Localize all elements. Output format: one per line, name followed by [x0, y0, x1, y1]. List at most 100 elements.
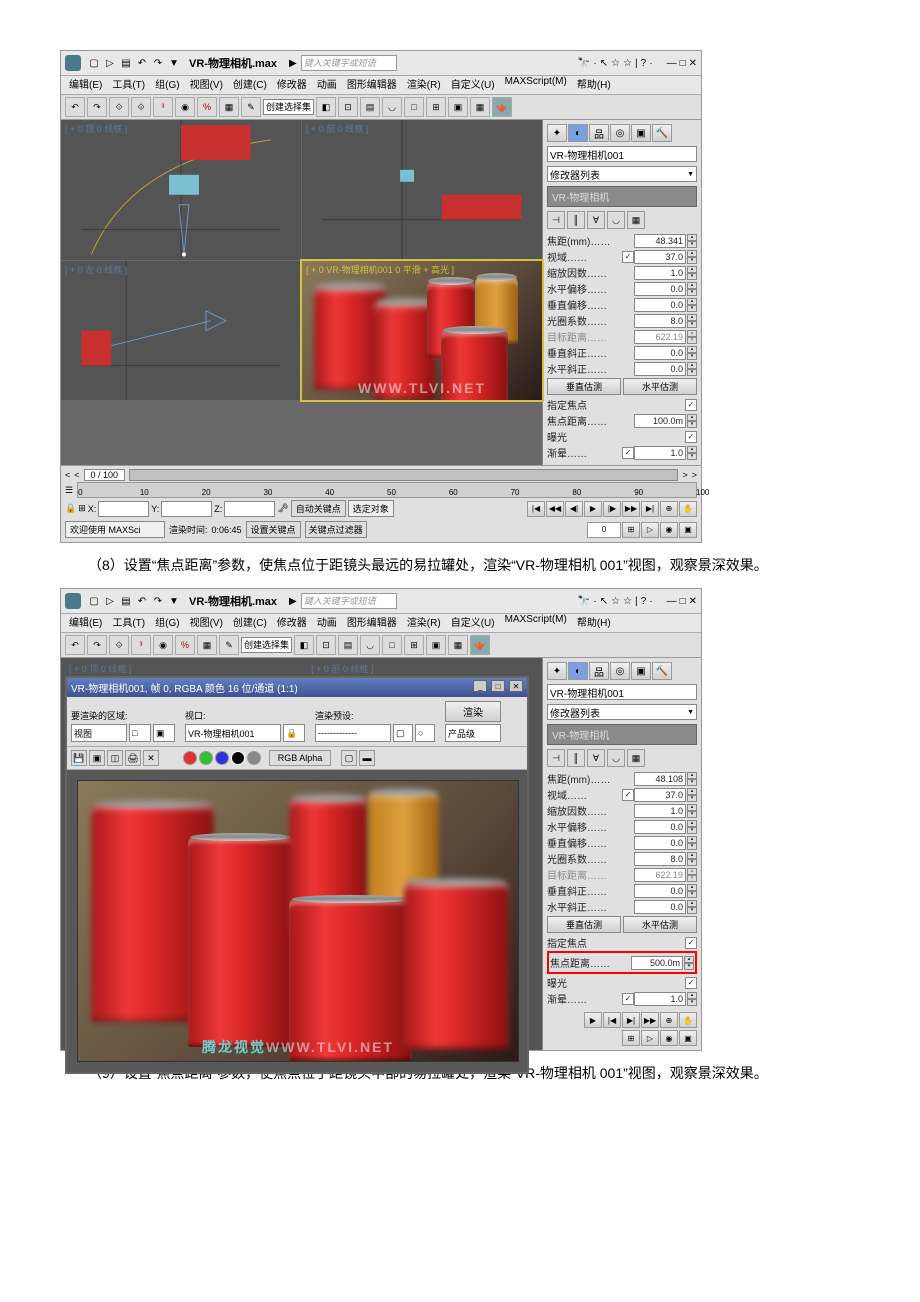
- selection-icon[interactable]: ⊞: [78, 503, 86, 514]
- zoom-icon[interactable]: ⊞: [622, 1030, 640, 1046]
- pan-icon[interactable]: ▷: [641, 522, 659, 538]
- undo-button[interactable]: ↶: [65, 97, 85, 117]
- close-icon[interactable]: ✕: [509, 680, 523, 692]
- viewport-top[interactable]: [ + 0 顶 0 线框 ]: [61, 120, 301, 260]
- zoom-icon[interactable]: ⊞: [622, 522, 640, 538]
- play-icon[interactable]: ▶: [289, 58, 297, 69]
- spinner-down-icon[interactable]: ▾: [687, 891, 697, 898]
- spinner-up-icon[interactable]: ▴: [687, 804, 697, 811]
- spinner-down-icon[interactable]: ▾: [687, 241, 697, 248]
- spinner-down-icon[interactable]: ▾: [687, 289, 697, 296]
- param-value-input[interactable]: 0.0: [634, 346, 686, 360]
- frame-input[interactable]: 0: [587, 522, 621, 538]
- render-setup-button[interactable]: ▣: [426, 635, 446, 655]
- percent-button[interactable]: %: [197, 97, 217, 117]
- config-button[interactable]: ▦: [627, 749, 645, 767]
- menu-maxscript[interactable]: MAXScript(M): [501, 614, 571, 632]
- help-icon[interactable]: ?: [641, 596, 647, 607]
- utilities-tab-icon[interactable]: 🔨: [652, 124, 672, 142]
- modifier-stack-item[interactable]: VR-物理相机: [547, 724, 697, 745]
- dropdown-icon[interactable]: ▼: [167, 56, 181, 70]
- alpha-channel-icon[interactable]: [231, 751, 245, 765]
- production-dropdown[interactable]: 产品级: [445, 724, 501, 742]
- spinner-up-icon[interactable]: ▴: [687, 884, 697, 891]
- spinner-up-icon[interactable]: ▴: [687, 446, 697, 453]
- checkbox[interactable]: ✓: [622, 993, 634, 1005]
- y-coord-input[interactable]: [161, 501, 212, 517]
- keyfilter-button[interactable]: 关键点过滤器: [305, 521, 367, 538]
- render-setup-button[interactable]: ▣: [448, 97, 468, 117]
- spinner-up-icon[interactable]: ▴: [687, 314, 697, 321]
- toggle-overlay-icon[interactable]: ▢: [341, 750, 357, 766]
- modifier-list-dropdown[interactable]: 修改器列表: [547, 166, 697, 182]
- motion-tab-icon[interactable]: ◎: [610, 124, 630, 142]
- param-value-input[interactable]: 1.0: [634, 804, 686, 818]
- menu-create[interactable]: 创建(C): [229, 76, 271, 94]
- toggle-ui-icon[interactable]: ▬: [359, 750, 375, 766]
- copy-icon[interactable]: ▣: [89, 750, 105, 766]
- minmax-icon[interactable]: ▣: [679, 522, 697, 538]
- param-value-input[interactable]: 500.0m: [631, 956, 683, 970]
- vertical-estimate-button[interactable]: 垂直估测: [547, 916, 621, 933]
- render-frame-button[interactable]: ▦: [448, 635, 468, 655]
- param-value-input[interactable]: 0.0: [634, 298, 686, 312]
- render-button[interactable]: 渲染: [445, 701, 501, 722]
- param-value-input[interactable]: 622.19: [634, 330, 686, 344]
- spinner-down-icon[interactable]: ▾: [687, 257, 697, 264]
- pin-button[interactable]: ⊣: [547, 211, 565, 229]
- create-tab-icon[interactable]: ✦: [547, 124, 567, 142]
- star-icon[interactable]: ☆: [611, 596, 620, 607]
- menu-modifiers[interactable]: 修改器: [273, 76, 311, 94]
- crop-button[interactable]: ▣: [153, 724, 175, 742]
- param-value-input[interactable]: 1.0: [634, 992, 686, 1006]
- mono-channel-icon[interactable]: [247, 751, 261, 765]
- modify-tab-icon[interactable]: ◐: [568, 124, 588, 142]
- maximize-icon[interactable]: □: [680, 58, 686, 69]
- grid-button[interactable]: ▦: [197, 635, 217, 655]
- time-slider[interactable]: 0 / 100: [84, 469, 126, 481]
- selection-set-dropdown[interactable]: 创建选择集: [241, 637, 292, 653]
- favorite-icon[interactable]: ☆: [623, 596, 632, 607]
- menu-customize[interactable]: 自定义(U): [447, 614, 499, 632]
- setkey-button[interactable]: 设置关键点: [246, 521, 301, 538]
- align-button[interactable]: ⊡: [316, 635, 336, 655]
- pan-icon[interactable]: ▷: [641, 1030, 659, 1046]
- spinner-up-icon[interactable]: ▴: [687, 362, 697, 369]
- mirror-button[interactable]: ◧: [316, 97, 336, 117]
- named-sel-button[interactable]: ✎: [219, 635, 239, 655]
- spinner-up-icon[interactable]: ▴: [687, 820, 697, 827]
- menu-graph[interactable]: 图形编辑器: [343, 76, 401, 94]
- spinner-up-icon[interactable]: ▴: [687, 266, 697, 273]
- config-button[interactable]: ▦: [627, 211, 645, 229]
- spinner-up-icon[interactable]: ▴: [687, 868, 697, 875]
- param-value-input[interactable]: 100.0m: [634, 414, 686, 428]
- redo-button[interactable]: ↷: [87, 635, 107, 655]
- schematic-button[interactable]: □: [382, 635, 402, 655]
- show-button[interactable]: ║: [567, 749, 585, 767]
- menu-help[interactable]: 帮助(H): [573, 76, 615, 94]
- new-icon[interactable]: ▢: [87, 56, 101, 70]
- menu-render[interactable]: 渲染(R): [403, 76, 445, 94]
- minmax-icon[interactable]: ▣: [679, 1030, 697, 1046]
- checkbox[interactable]: ✓: [685, 399, 697, 411]
- close-icon[interactable]: ✕: [689, 58, 697, 69]
- time-config-icon[interactable]: ⊕: [660, 501, 678, 517]
- checkbox[interactable]: ✓: [622, 251, 634, 263]
- unique-button[interactable]: ∀: [587, 211, 605, 229]
- material-button[interactable]: ⊞: [404, 635, 424, 655]
- menu-animation[interactable]: 动画: [313, 76, 341, 94]
- maximize-icon[interactable]: □: [680, 596, 686, 607]
- timeline-ruler[interactable]: 0102030405060708090100: [77, 482, 697, 498]
- viewport-nav-icon[interactable]: ✋: [679, 501, 697, 517]
- spinner-down-icon[interactable]: ▾: [687, 337, 697, 344]
- layer-button[interactable]: ▤: [338, 635, 358, 655]
- spinner-up-icon[interactable]: ▴: [687, 298, 697, 305]
- spinner-down-icon[interactable]: ▾: [687, 321, 697, 328]
- spinner-down-icon[interactable]: ▾: [687, 795, 697, 802]
- teapot-icon[interactable]: 🫖: [492, 97, 512, 117]
- spinner-up-icon[interactable]: ▴: [687, 330, 697, 337]
- param-value-input[interactable]: 48.341: [634, 234, 686, 248]
- menu-create[interactable]: 创建(C): [229, 614, 271, 632]
- select-icon[interactable]: ↖: [600, 596, 608, 607]
- mirror-button[interactable]: ◧: [294, 635, 314, 655]
